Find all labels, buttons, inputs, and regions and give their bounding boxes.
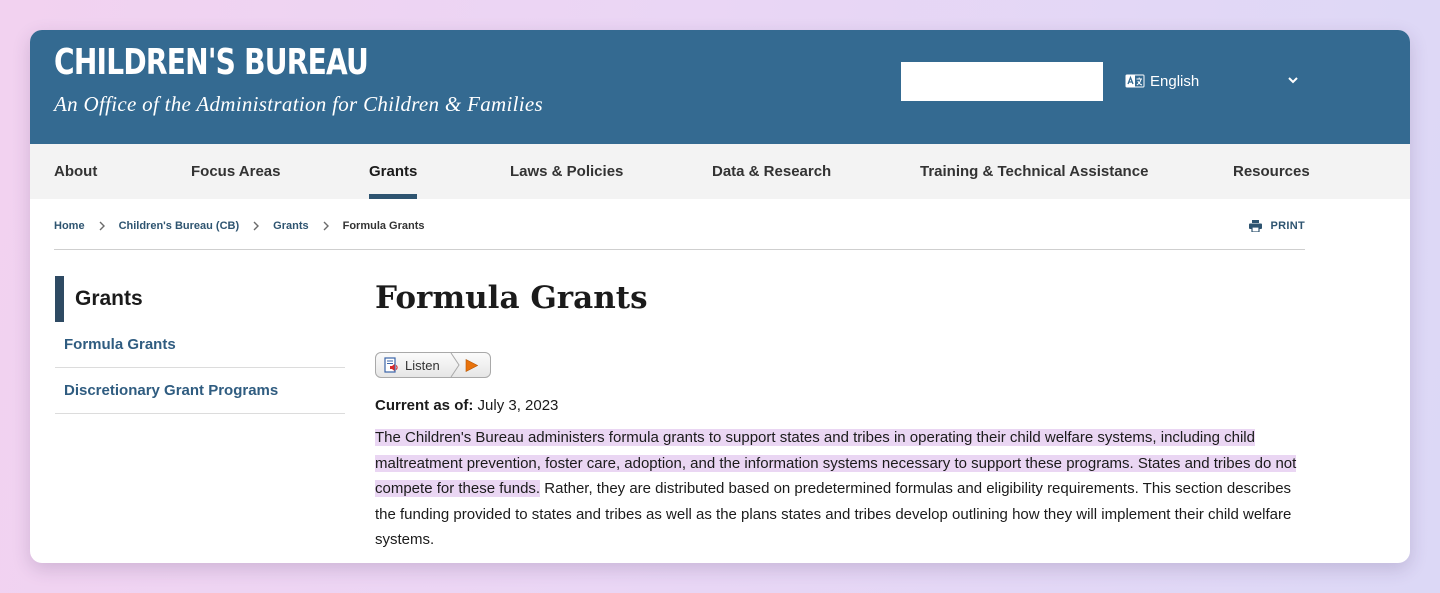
breadcrumb-home[interactable]: Home: [54, 220, 85, 232]
site-tagline: An Office of the Administration for Chil…: [54, 92, 543, 116]
current-as-of: Current as of: July 3, 2023: [375, 397, 558, 414]
nav-item-about[interactable]: About: [54, 144, 97, 199]
language-selector[interactable]: English: [1125, 68, 1305, 94]
chevron-right-icon: [99, 221, 105, 231]
chevron-right-icon: [323, 221, 329, 231]
chevron-down-icon[interactable]: [1287, 74, 1299, 86]
nav-item-resources[interactable]: Resources: [1233, 144, 1310, 199]
nav-item-data-research[interactable]: Data & Research: [712, 144, 831, 199]
breadcrumb-current: Formula Grants: [342, 220, 425, 232]
listen-button[interactable]: Listen: [375, 352, 491, 378]
print-label: PRINT: [1270, 220, 1305, 232]
language-label: English: [1150, 72, 1200, 90]
search-input[interactable]: [915, 62, 1114, 101]
nav-item-laws-policies[interactable]: Laws & Policies: [510, 144, 623, 199]
listen-label: Listen: [405, 357, 440, 373]
print-button[interactable]: PRINT: [1248, 220, 1306, 232]
nav-item-grants[interactable]: Grants: [369, 144, 418, 199]
main-nav: About Focus Areas Grants Laws & Policies…: [30, 144, 1410, 199]
chevron-right-icon: [253, 221, 260, 231]
breadcrumb-grants[interactable]: Grants: [273, 220, 308, 232]
nav-item-training-technical-assistance[interactable]: Training & Technical Assistance: [920, 144, 1148, 199]
sidebar-item-discretionary-grant-programs[interactable]: Discretionary Grant Programs: [55, 368, 345, 414]
listen-divider: [450, 353, 460, 377]
current-as-of-label: Current as of:: [375, 397, 474, 414]
site-title[interactable]: CHILDREN'S BUREAU: [54, 42, 369, 83]
printer-icon: [1248, 220, 1262, 232]
breadcrumb: Home Children's Bureau (CB) Grants Formu…: [54, 220, 425, 232]
search-box[interactable]: [901, 62, 1114, 101]
speaker-icon: [384, 357, 398, 373]
site-header: CHILDREN'S BUREAU An Office of the Admin…: [30, 30, 1410, 144]
divider: [54, 249, 1305, 250]
page-title: Formula Grants: [375, 280, 648, 316]
sidebar-item-formula-grants[interactable]: Formula Grants: [55, 322, 345, 368]
intro-paragraph: The Children's Bureau administers formul…: [375, 425, 1315, 553]
sidebar-heading: Grants: [55, 276, 345, 322]
breadcrumb-childrens-bureau[interactable]: Children's Bureau (CB): [119, 220, 240, 232]
nav-item-focus-areas[interactable]: Focus Areas: [191, 144, 280, 199]
translate-icon: [1125, 74, 1145, 88]
current-as-of-date: July 3, 2023: [477, 397, 559, 414]
play-icon[interactable]: [465, 359, 478, 372]
browser-page: CHILDREN'S BUREAU An Office of the Admin…: [30, 30, 1410, 563]
